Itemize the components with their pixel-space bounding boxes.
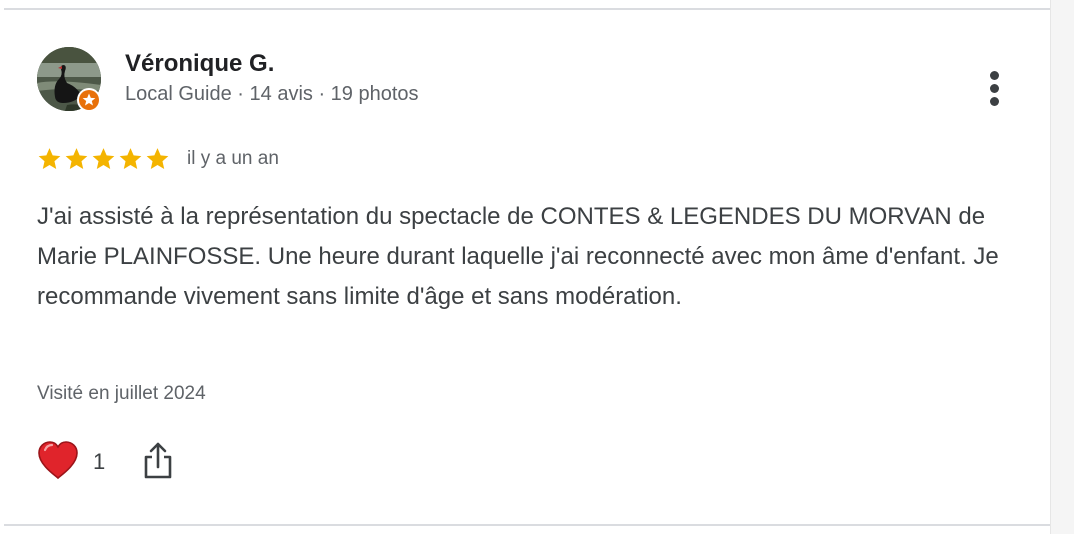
star-icon <box>146 148 169 169</box>
reaction-count: 1 <box>93 449 106 474</box>
heart-icon <box>38 441 78 480</box>
star-rating <box>36 146 171 172</box>
star-icon <box>38 148 61 169</box>
reviewer-meta: Local Guide · 14 avis · 19 photos <box>125 83 419 105</box>
like-reaction-button[interactable] <box>35 437 81 483</box>
star-icon <box>92 148 115 169</box>
local-guide-badge-icon <box>77 88 101 112</box>
visit-date: Visité en juillet 2024 <box>37 383 206 404</box>
more-vertical-icon-dot <box>990 84 999 93</box>
share-icon <box>144 442 172 479</box>
review-date: il y a un an <box>187 148 279 169</box>
reviewer-name[interactable]: Véronique G. <box>125 50 274 78</box>
more-options-button[interactable] <box>978 67 1012 109</box>
share-button[interactable] <box>140 440 176 482</box>
more-vertical-icon <box>990 71 999 80</box>
star-icon <box>119 148 142 169</box>
bottom-divider <box>4 524 1050 526</box>
more-vertical-icon-dot <box>990 97 999 106</box>
review-text: J'ai assisté à la représentation du spec… <box>37 203 999 310</box>
rating-row: il y a un an <box>36 144 279 174</box>
page-scroll-area <box>1050 0 1074 534</box>
star-icon <box>65 148 88 169</box>
